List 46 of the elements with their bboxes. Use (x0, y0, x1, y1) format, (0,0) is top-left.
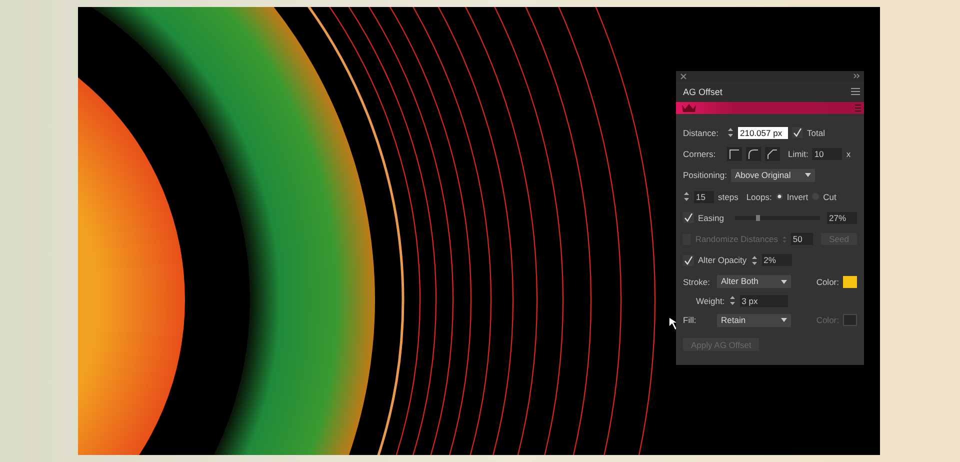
color-swatch[interactable] (843, 276, 857, 288)
miter-corner-icon[interactable] (727, 146, 742, 161)
limit-label: Limit: (788, 148, 808, 159)
caret-icon (781, 318, 787, 322)
distance-field[interactable]: 210.057 px (738, 126, 788, 139)
easing-field[interactable]: 27% (827, 212, 857, 224)
corners-label: Corners: (683, 148, 717, 159)
crown-icon (681, 103, 697, 113)
unit-label: x (846, 148, 851, 159)
checkbox[interactable] (683, 212, 694, 224)
distance-label: Distance: (683, 128, 720, 138)
stroke-label: Stroke: (683, 276, 711, 287)
panel-title: AG Offset (683, 86, 722, 96)
loop-option-label: Invert (786, 192, 808, 202)
checkbox[interactable] (792, 127, 803, 138)
opacity-field[interactable]: 2% (762, 254, 792, 266)
collapse-icon[interactable] (853, 73, 860, 79)
color-label: Color: (816, 276, 839, 287)
weight-field[interactable]: 3 px (740, 294, 788, 307)
loops-label: Loops: (746, 192, 772, 202)
caret-icon (781, 280, 787, 284)
color-swatch[interactable] (843, 314, 857, 326)
bevel-corner-icon[interactable] (765, 146, 780, 161)
round-corner-icon[interactable] (746, 146, 761, 161)
caret-icon (804, 173, 811, 178)
positioning-dropdown[interactable]: Above Original (730, 168, 815, 182)
easing-label: Easing (698, 212, 725, 223)
limit-field[interactable]: 10 (812, 148, 842, 160)
menu-icon[interactable] (851, 88, 860, 95)
close-icon[interactable] (680, 72, 687, 80)
alter-opacity-label: Alter Opacity (698, 255, 747, 266)
fill-label: Fill: (683, 315, 698, 326)
radio-button[interactable] (776, 193, 783, 200)
weight-label: Weight: (696, 296, 725, 306)
checkbox[interactable] (683, 254, 694, 266)
stepper-icon[interactable] (683, 191, 690, 202)
loop-option-label: Cut (823, 192, 836, 202)
stepper-icon[interactable] (727, 127, 734, 138)
steps-field[interactable]: 15 (694, 190, 714, 203)
positioning-label: Positioning: (683, 170, 727, 180)
total-label: Total (807, 128, 825, 138)
stepper-icon[interactable] (750, 254, 758, 266)
stepper-icon[interactable] (728, 295, 736, 306)
stroke-dropdown[interactable]: Alter Both (717, 275, 791, 288)
slider-thumb[interactable] (756, 214, 760, 221)
steps-label: steps (718, 192, 738, 202)
